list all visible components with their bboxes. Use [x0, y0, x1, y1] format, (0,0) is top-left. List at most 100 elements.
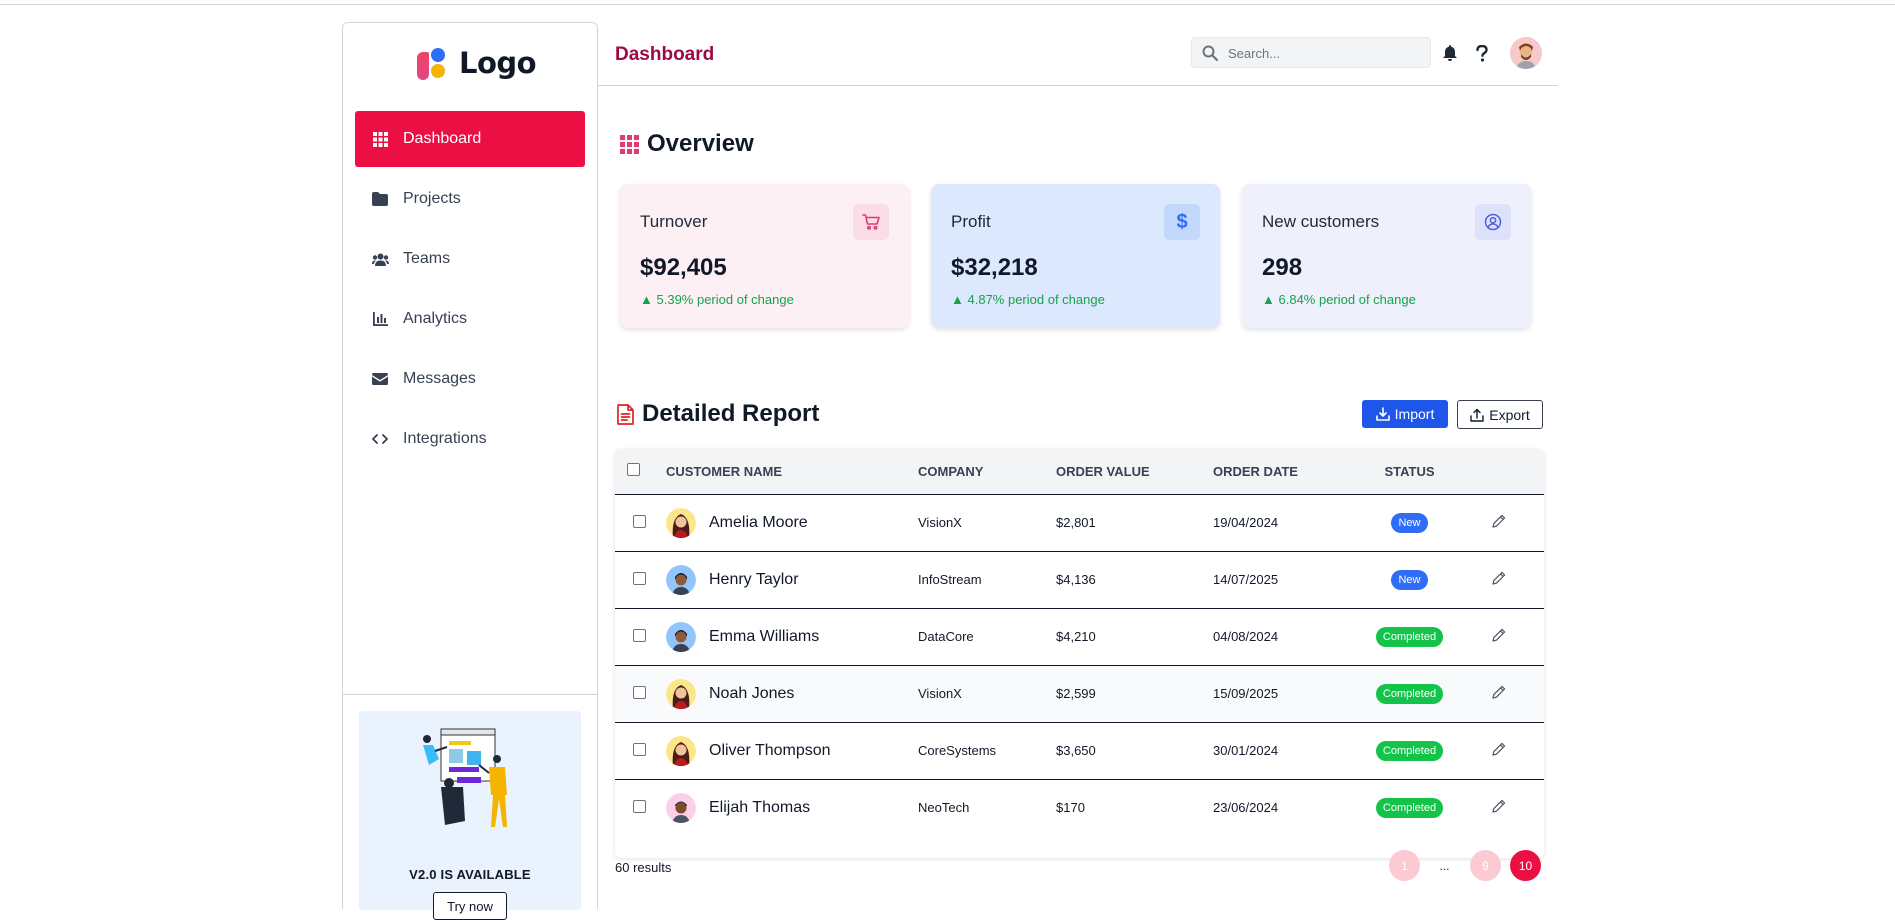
table-row: Amelia Moore VisionX $2,801 19/04/2024 N… [615, 494, 1544, 551]
avatar[interactable] [1510, 37, 1542, 69]
edit-pencil-icon[interactable] [1492, 685, 1506, 699]
edit-pencil-icon[interactable] [1492, 571, 1506, 585]
help-icon[interactable] [1473, 44, 1491, 62]
column-header-order-date[interactable]: ORDER DATE [1213, 449, 1365, 495]
search-input[interactable] [1228, 44, 1418, 62]
customer-name: Henry Taylor [709, 570, 799, 588]
edit-pencil-icon[interactable] [1492, 742, 1506, 756]
customer-avatar [666, 621, 696, 652]
edit-pencil-icon[interactable] [1492, 514, 1506, 528]
status-badge: New [1391, 569, 1428, 590]
order-value-cell: $4,210 [1056, 629, 1096, 644]
sidebar: Logo Dashboard Projects Teams Analytics … [342, 22, 598, 920]
card-value: $92,405 [640, 254, 727, 281]
sidebar-item-projects[interactable]: Projects [355, 171, 585, 227]
card-title: Turnover [640, 212, 708, 231]
row-checkbox[interactable] [633, 628, 646, 642]
app-shell: Logo Dashboard Projects Teams Analytics … [342, 22, 1560, 920]
page-button-10[interactable]: 10 [1510, 850, 1541, 881]
company-cell: InfoStream [918, 572, 982, 587]
sidebar-item-dashboard[interactable]: Dashboard [355, 111, 585, 167]
edit-pencil-icon[interactable] [1492, 799, 1506, 813]
order-value-cell: $4,136 [1056, 572, 1096, 587]
logo[interactable]: Logo [415, 43, 537, 83]
order-date-cell: 23/06/2024 [1213, 800, 1279, 816]
customer-avatar [666, 564, 696, 595]
customer-avatar [666, 792, 696, 823]
order-date-cell: 04/08/2024 [1213, 629, 1279, 644]
sidebar-item-teams[interactable]: Teams [355, 231, 585, 287]
order-value-cell: $170 [1056, 800, 1085, 816]
sidebar-item-integrations[interactable]: Integrations [355, 411, 585, 467]
logo-text: Logo [459, 46, 537, 80]
select-all-checkbox[interactable] [627, 463, 640, 477]
overview-cards: Turnover $92,405 ▲ 5.39% period of chang… [620, 184, 1560, 330]
status-badge: Completed [1375, 626, 1444, 647]
order-date-cell: 30/01/2024 [1213, 743, 1279, 758]
row-checkbox[interactable] [633, 685, 646, 699]
column-header-order-value[interactable]: ORDER VALUE [1056, 449, 1213, 495]
grid-icon [620, 134, 639, 154]
up-arrow-icon: ▲ [1262, 292, 1275, 307]
code-icon [371, 430, 389, 448]
row-checkbox[interactable] [633, 571, 646, 585]
customer-name: Emma Williams [709, 627, 820, 645]
edit-pencil-icon[interactable] [1492, 628, 1506, 642]
report-heading: Detailed Report [617, 400, 819, 428]
user-circle-icon [1475, 204, 1511, 240]
customer-name: Elijah Thomas [709, 798, 811, 816]
folder-icon [371, 190, 389, 208]
sidebar-item-analytics[interactable]: Analytics [355, 291, 585, 347]
column-header-customer[interactable]: CUSTOMER NAME [666, 449, 918, 495]
up-arrow-icon: ▲ [951, 292, 964, 307]
page-button-1[interactable]: 1 [1389, 850, 1420, 881]
column-header-company[interactable]: COMPANY [918, 449, 1056, 495]
card-change: ▲ 4.87% period of change [951, 292, 1105, 307]
upload-icon [1470, 408, 1484, 422]
report-table: CUSTOMER NAME COMPANY ORDER VALUE ORDER … [615, 449, 1544, 858]
table-row: Henry Taylor InfoStream $4,136 14/07/202… [615, 551, 1544, 608]
promo-illustration [423, 728, 507, 827]
sidebar-item-label: Projects [403, 190, 461, 207]
sidebar-divider [343, 694, 597, 695]
company-cell: VisionX [918, 515, 962, 530]
window-top-border [0, 4, 1895, 5]
table-row: Oliver Thompson CoreSystems $3,650 30/01… [615, 722, 1544, 779]
order-value-cell: $3,650 [1056, 743, 1096, 758]
table-header-row: CUSTOMER NAME COMPANY ORDER VALUE ORDER … [615, 449, 1544, 495]
customer-name: Noah Jones [709, 684, 795, 702]
customer-name: Amelia Moore [709, 513, 808, 531]
row-checkbox[interactable] [633, 742, 646, 756]
promo-title: V2.0 IS AVAILABLE [409, 867, 531, 882]
import-button[interactable]: Import [1362, 400, 1448, 428]
top-header: Dashboard [598, 22, 1558, 86]
upgrade-promo-card: V2.0 IS AVAILABLE Try now [359, 711, 581, 920]
column-header-status[interactable]: STATUS [1365, 449, 1454, 495]
dollar-icon: $ [1164, 204, 1200, 240]
results-count: 60 results [615, 860, 672, 875]
export-button[interactable]: Export [1457, 400, 1543, 429]
row-checkbox[interactable] [633, 799, 646, 813]
customer-avatar [666, 735, 696, 766]
download-icon [1375, 407, 1390, 421]
sidebar-item-messages[interactable]: Messages [355, 351, 585, 407]
logo-mark-icon [415, 46, 449, 80]
page-button-9[interactable]: 9 [1470, 850, 1501, 881]
status-badge: Completed [1375, 797, 1444, 818]
sidebar-item-label: Analytics [403, 310, 468, 327]
try-now-button[interactable]: Try now [433, 892, 507, 920]
status-badge: Completed [1375, 740, 1444, 761]
card-change: ▲ 6.84% period of change [1262, 292, 1416, 307]
row-checkbox[interactable] [633, 514, 646, 528]
company-cell: DataCore [918, 629, 974, 644]
report-title: Detailed Report [642, 400, 820, 427]
new-customers-card: New customers 298 ▲ 6.84% period of chan… [1242, 184, 1531, 328]
card-title: New customers [1262, 212, 1380, 231]
table-row: Noah Jones VisionX $2,599 15/09/2025 Com… [615, 665, 1544, 722]
card-value: $32,218 [951, 254, 1038, 281]
search-box[interactable] [1191, 37, 1431, 68]
bell-icon[interactable] [1441, 44, 1459, 62]
envelope-icon [371, 370, 389, 388]
status-badge: Completed [1375, 683, 1444, 704]
card-title: Profit [951, 212, 991, 231]
